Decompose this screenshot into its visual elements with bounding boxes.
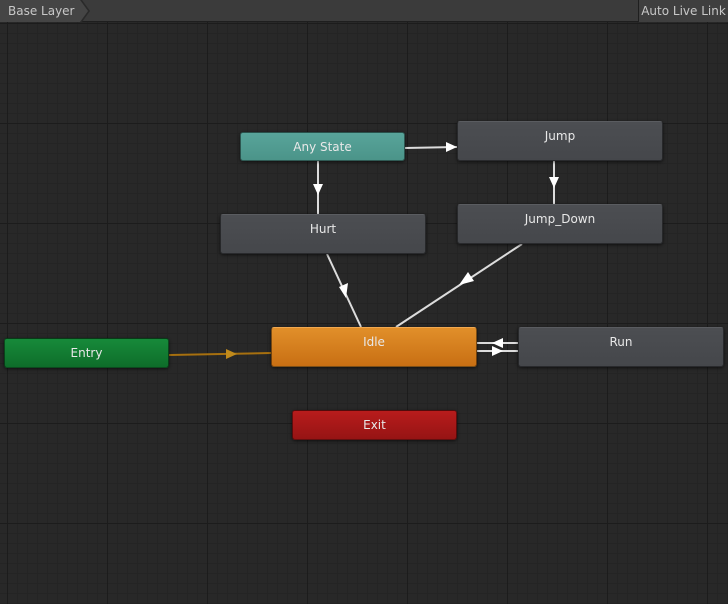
state-hurt-label: Hurt (309, 222, 337, 236)
state-jump-label: Jump (544, 129, 576, 143)
state-idle-default[interactable]: Idle (271, 327, 477, 367)
state-entry-label: Entry (70, 346, 103, 360)
auto-live-link-button[interactable]: Auto Live Link (638, 0, 728, 22)
state-jump-down-label: Jump_Down (524, 212, 596, 226)
state-run-label: Run (609, 335, 633, 349)
state-machine-graph[interactable] (0, 22, 728, 604)
state-jump-down[interactable]: Jump_Down (457, 204, 663, 244)
state-exit-label: Exit (363, 418, 386, 432)
animator-toolbar: Base Layer Auto Live Link (0, 0, 728, 22)
state-jump[interactable]: Jump (457, 121, 663, 161)
state-any-state[interactable]: Any State (240, 132, 405, 161)
state-hurt[interactable]: Hurt (220, 214, 426, 254)
state-run[interactable]: Run (518, 327, 724, 367)
breadcrumb-base-layer[interactable]: Base Layer (0, 0, 88, 22)
state-exit[interactable]: Exit (292, 410, 457, 440)
animator-window: Base Layer Auto Live Link Any State Jump… (0, 0, 728, 604)
state-idle-label: Idle (363, 335, 385, 349)
state-any-state-label: Any State (293, 140, 352, 154)
state-entry[interactable]: Entry (4, 338, 169, 368)
